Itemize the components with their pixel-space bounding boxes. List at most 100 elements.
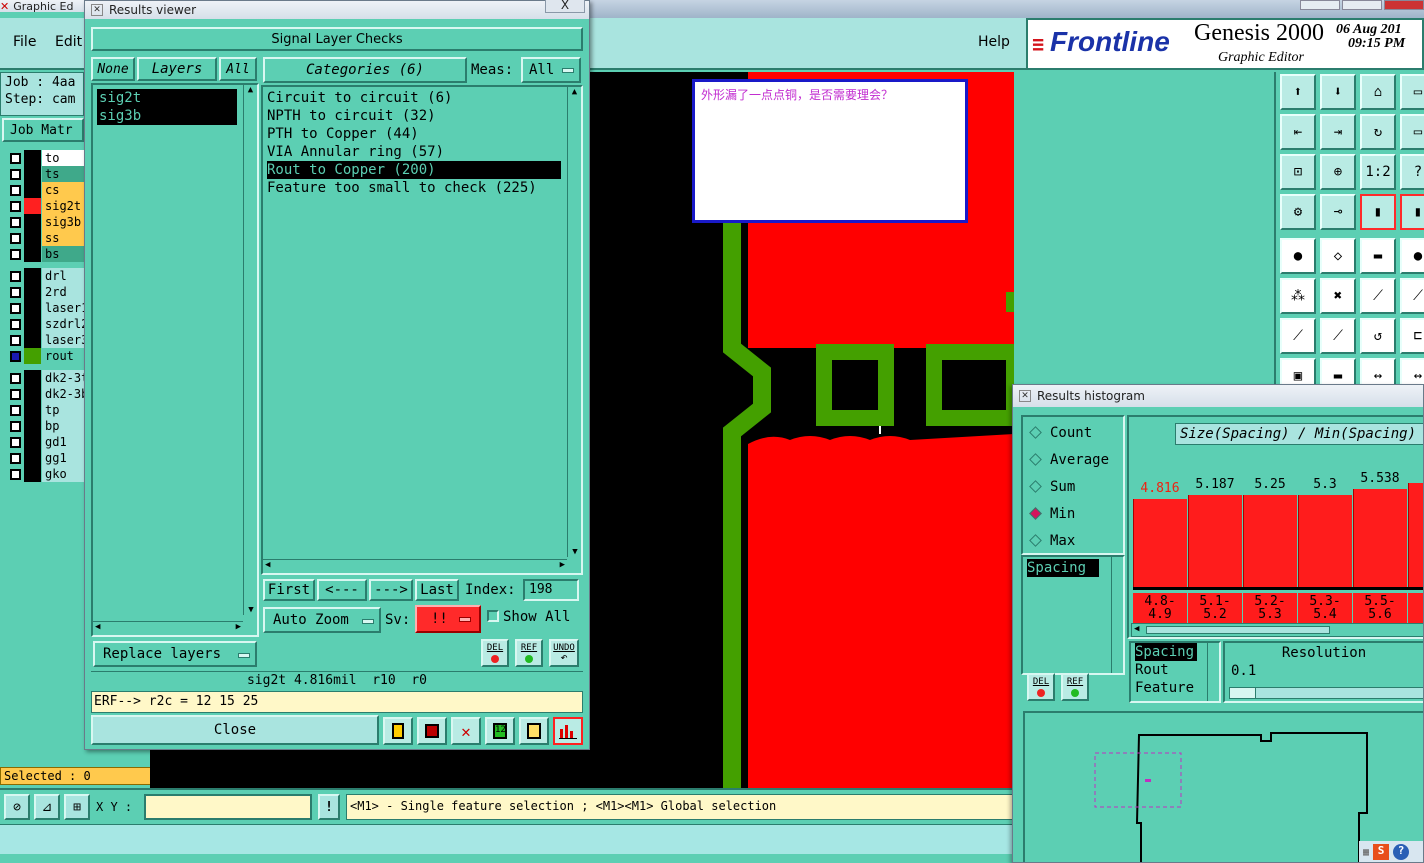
probe-icon[interactable]: ⊸ <box>1320 194 1356 230</box>
layer-row-bs[interactable]: bs <box>6 246 88 262</box>
layer-checkbox[interactable] <box>10 169 21 180</box>
close-button[interactable]: Close <box>91 715 379 745</box>
mode-radio-sum[interactable]: Sum <box>1023 473 1123 500</box>
undo-button[interactable]: UNDO ↶ <box>549 639 579 667</box>
resolution-slider[interactable] <box>1229 687 1423 699</box>
settings-icon[interactable]: ⚙ <box>1280 194 1316 230</box>
report-icon[interactable] <box>417 717 447 745</box>
category-vscroll[interactable]: ▲ ▼ <box>567 87 581 557</box>
meas-select[interactable]: All <box>521 57 581 83</box>
ratio-icon[interactable]: 1:2 <box>1360 154 1396 190</box>
layer-checkbox[interactable] <box>10 469 21 480</box>
grid-icon[interactable]: ⊞ <box>64 794 90 820</box>
shape-icon[interactable]: ◇ <box>1320 238 1356 274</box>
category-list[interactable]: Circuit to circuit (6) NPTH to circuit (3… <box>261 85 583 575</box>
help-icon[interactable]: ? <box>1393 844 1410 860</box>
sv-select[interactable]: !! <box>415 605 481 633</box>
category-item[interactable]: VIA Annular ring (57) <box>267 143 581 161</box>
select-dot-icon[interactable]: ● <box>1280 238 1316 274</box>
layer-row-gd1[interactable]: gd1 <box>6 434 88 450</box>
none-button[interactable]: None <box>91 57 135 81</box>
center-icon[interactable]: ⊕ <box>1320 154 1356 190</box>
layer-checkbox[interactable] <box>10 421 21 432</box>
layer-checkbox[interactable] <box>10 153 21 164</box>
menu-file[interactable]: File <box>13 34 36 50</box>
layer-checkbox[interactable] <box>10 287 21 298</box>
result-layer-item[interactable]: sig2t <box>97 89 237 107</box>
line-dot2-icon[interactable]: ⟋ <box>1400 278 1424 314</box>
histogram-bar[interactable] <box>1353 489 1407 587</box>
layer-row-sig3b[interactable]: sig3b <box>6 214 88 230</box>
snap-icon[interactable]: ⊘ <box>4 794 30 820</box>
layer-checkbox[interactable] <box>10 217 21 228</box>
net-icon[interactable]: ⁂ <box>1280 278 1316 314</box>
cross-icon[interactable]: ✖ <box>1320 278 1356 314</box>
layer-checkbox[interactable] <box>10 271 21 282</box>
count-icon[interactable]: 12 <box>485 717 515 745</box>
layer-checkbox[interactable] <box>10 319 21 330</box>
layer-row-to[interactable]: to <box>6 150 88 166</box>
diag2-icon[interactable]: ⟋ <box>1320 318 1356 354</box>
histogram-icon[interactable] <box>553 717 583 745</box>
menu-edit[interactable]: Edit <box>55 34 82 50</box>
move-down-icon[interactable]: ⬇ <box>1320 74 1356 110</box>
layer-row-dk2-3b[interactable]: dk2-3b <box>6 386 88 402</box>
size-list-item[interactable]: Spacing <box>1027 559 1099 577</box>
fit-icon[interactable]: ⊡ <box>1280 154 1316 190</box>
job-matrix-button[interactable]: Job Matr <box>2 118 84 142</box>
layer-row-2rd[interactable]: 2rd <box>6 284 88 300</box>
category-item[interactable]: Feature too small to check (225) <box>267 179 581 197</box>
layer-row-dk2-3t[interactable]: dk2-3t <box>6 370 88 386</box>
histogram-bar[interactable] <box>1188 495 1242 587</box>
layer-row-tp[interactable]: tp <box>6 402 88 418</box>
del-button[interactable]: DEL <box>481 639 509 667</box>
push-right-icon[interactable]: ⇥ <box>1320 114 1356 150</box>
s-icon[interactable]: S <box>1373 844 1390 860</box>
type-list[interactable]: Spacing Rout Feature <box>1129 641 1221 703</box>
index-field[interactable]: 198 <box>523 579 579 601</box>
diag-icon[interactable]: ⟋ <box>1280 318 1316 354</box>
size-list[interactable]: Spacing <box>1021 555 1125 675</box>
annotation-note[interactable]: 外形漏了一点点铜，是否需要理会？ <box>692 79 968 223</box>
layer-checkbox[interactable] <box>10 303 21 314</box>
category-item[interactable]: NPTH to circuit (32) <box>267 107 581 125</box>
histogram-bar[interactable] <box>1408 483 1423 587</box>
layer-row-sig2t[interactable]: sig2t <box>6 198 88 214</box>
rotate-icon[interactable]: ↻ <box>1360 114 1396 150</box>
move-up-icon[interactable]: ⬆ <box>1280 74 1316 110</box>
ruler-tool-icon[interactable] <box>383 717 413 745</box>
layer-row-bp[interactable]: bp <box>6 418 88 434</box>
categories-button[interactable]: Categories (6) <box>263 57 467 83</box>
result-layer-list[interactable]: sig2t sig3b ▲ ▼ ◀ ▶ <box>91 83 259 637</box>
layer-row-drl[interactable]: drl <box>6 268 88 284</box>
fork-icon[interactable]: ⊏ <box>1400 318 1424 354</box>
type-list-item[interactable]: Spacing <box>1135 643 1197 661</box>
clear-icon[interactable]: ✕ <box>451 717 481 745</box>
category-item[interactable]: Circuit to circuit (6) <box>267 89 581 107</box>
window-icon[interactable]: ▭ <box>1400 74 1424 110</box>
category-hscroll[interactable]: ◀ ▶ <box>263 559 567 573</box>
result-layer-item[interactable]: sig3b <box>97 107 237 125</box>
auto-zoom-select[interactable]: Auto Zoom <box>263 607 381 633</box>
layer-row-gko[interactable]: gko <box>6 466 88 482</box>
layer-list-vscroll[interactable]: ▲ ▼ <box>243 85 257 615</box>
hist-del-button[interactable]: DEL <box>1027 673 1055 701</box>
last-button[interactable]: Last <box>415 579 459 601</box>
type-list-vscroll[interactable] <box>1207 643 1219 701</box>
menu-help[interactable]: Help <box>978 34 1010 50</box>
line-dot-icon[interactable]: ⟋ <box>1360 278 1396 314</box>
layer-checkbox[interactable] <box>10 201 21 212</box>
arc-icon[interactable]: ↺ <box>1360 318 1396 354</box>
layer-row-laser1[interactable]: laser1 <box>6 300 88 316</box>
layer-checkbox[interactable] <box>10 405 21 416</box>
layer-row-ts[interactable]: ts <box>6 166 88 182</box>
layer-checkbox[interactable] <box>10 351 21 362</box>
layer-checkbox[interactable] <box>10 389 21 400</box>
mode-radio-min[interactable]: Min <box>1023 500 1123 527</box>
histogram-bar[interactable] <box>1243 495 1297 587</box>
traffic2-icon[interactable]: ▮ <box>1400 194 1424 230</box>
prev-button[interactable]: <--- <box>317 579 367 601</box>
histogram-bar[interactable] <box>1298 495 1352 587</box>
ruler-icon[interactable]: ▬ <box>1360 238 1396 274</box>
histogram-bar[interactable] <box>1133 499 1187 587</box>
